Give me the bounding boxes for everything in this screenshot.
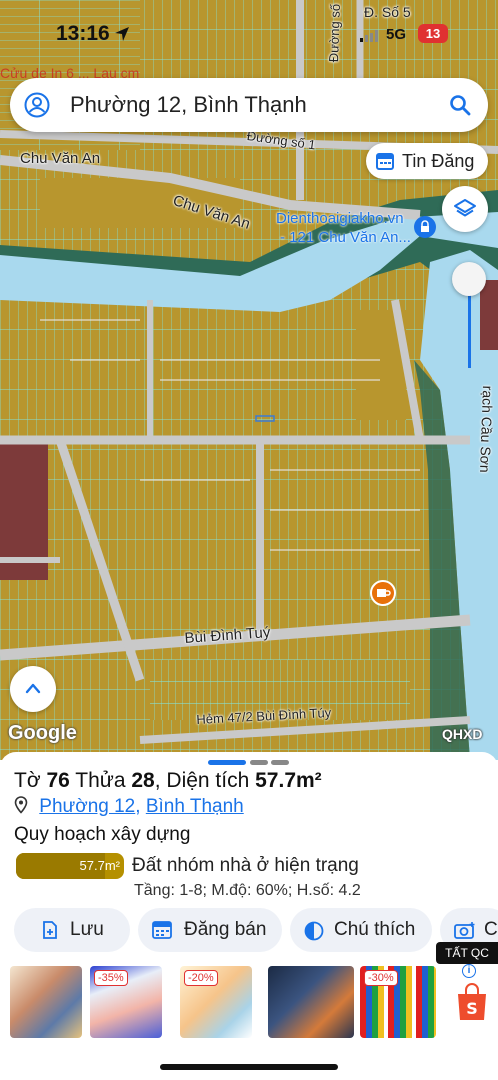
status-time: 13:16 [56,22,110,45]
area-bar: 57.7m² [16,853,124,879]
street-label-duong-so: Đường số [326,3,344,63]
home-indicator[interactable] [160,1064,338,1070]
canal-label-rach-cau-son: rạch Cầu Sơn [476,385,496,473]
ad-product-puzzle[interactable]: -35% [90,966,162,1038]
capture-label: C [484,919,498,940]
zone-type: Đất nhóm nhà ở hiện trạng [132,855,359,876]
chevron-up-icon [25,683,41,694]
opacity-slider[interactable] [452,262,488,372]
district-link[interactable]: Bình Thạnh [146,796,244,817]
ward-link[interactable]: Phường 12 [39,796,135,817]
page-dot-active [208,760,246,765]
network-type: 5G [386,26,407,43]
shopee-bag-icon[interactable]: S [452,966,492,1038]
area-bar-value: 57.7m² [79,858,120,873]
cafe-pin-icon[interactable] [370,580,396,606]
user-account-icon[interactable] [24,92,50,118]
listings-button[interactable]: Tin Đăng [366,143,488,179]
page-dot [271,760,289,765]
search-input[interactable]: Phường 12, Bình Thạnh [70,92,307,118]
discount-badge: -30% [364,970,398,986]
page-dot [250,760,268,765]
signal-icon [360,30,378,42]
opacity-slider-thumb[interactable] [452,262,486,296]
location-arrow-icon [115,27,129,41]
contrast-icon [304,921,324,941]
action-bar: Lưu Đăng bán Chú thích C [0,908,498,954]
legend-label: Chú thích [334,919,416,940]
ad-product-markers[interactable]: -30% [360,966,436,1038]
layers-button[interactable] [442,186,488,232]
expand-panel-button[interactable] [10,666,56,712]
discount-badge: -35% [94,970,128,986]
parcel-info-sheet[interactable]: Tờ 76 Thửa 28, Diện tích 57.7m² Phường 1… [0,752,498,1080]
street-label-d-so-5: Đ. Số 5 [364,4,411,20]
poi-name[interactable]: Dienthoaigiakho.vn [276,210,404,227]
parcel-title: Tờ 76 Thửa 28, Diện tích 57.7m² [14,769,322,792]
zone-params: Tầng: 1-8; M.độ: 60%; H.số: 4.2 [134,882,361,899]
poi-pin-icon[interactable] [414,216,436,238]
ad-product-lamp[interactable] [268,966,354,1038]
listings-label: Tin Đăng [402,151,475,171]
close-ads-button[interactable]: TẤT QC [436,942,498,964]
legend-button[interactable]: Chú thích [290,908,432,952]
google-logo: Google [8,722,77,744]
camera-icon [454,922,475,939]
calendar-icon [376,153,394,170]
map-canvas[interactable]: Cửu de In 6 ... Lau cm 13:16 5G 13 Chu V… [0,0,498,760]
street-label-chu-van-an: Chu Văn An [20,150,101,167]
ad-product-stickers[interactable] [10,966,82,1038]
ad-banner[interactable]: -35% -20% -30% i S [0,962,498,1044]
map-pin-icon [14,796,28,814]
planning-heading: Quy hoạch xây dựng [14,824,191,845]
parcel-address: Phường 12, Bình Thạnh [14,796,244,818]
add-document-icon [43,921,57,939]
qhxd-label: QHXD [442,726,483,742]
search-bar[interactable]: Phường 12, Bình Thạnh [10,78,488,132]
svg-text:S: S [466,999,478,1018]
save-label: Lưu [70,919,104,940]
discount-badge: -20% [184,970,218,986]
post-sale-button[interactable]: Đăng bán [138,908,282,952]
calendar-icon [152,921,172,939]
search-icon[interactable] [448,93,472,117]
post-sale-label: Đăng bán [184,919,267,940]
save-button[interactable]: Lưu [14,908,130,952]
ad-product-painting[interactable]: -20% [180,966,252,1038]
poi-address[interactable]: - 121 Chu Văn An... [280,229,411,246]
status-bar: 13:16 5G 13 [0,14,498,54]
battery-level: 13 [418,24,448,43]
layers-icon [454,199,476,217]
